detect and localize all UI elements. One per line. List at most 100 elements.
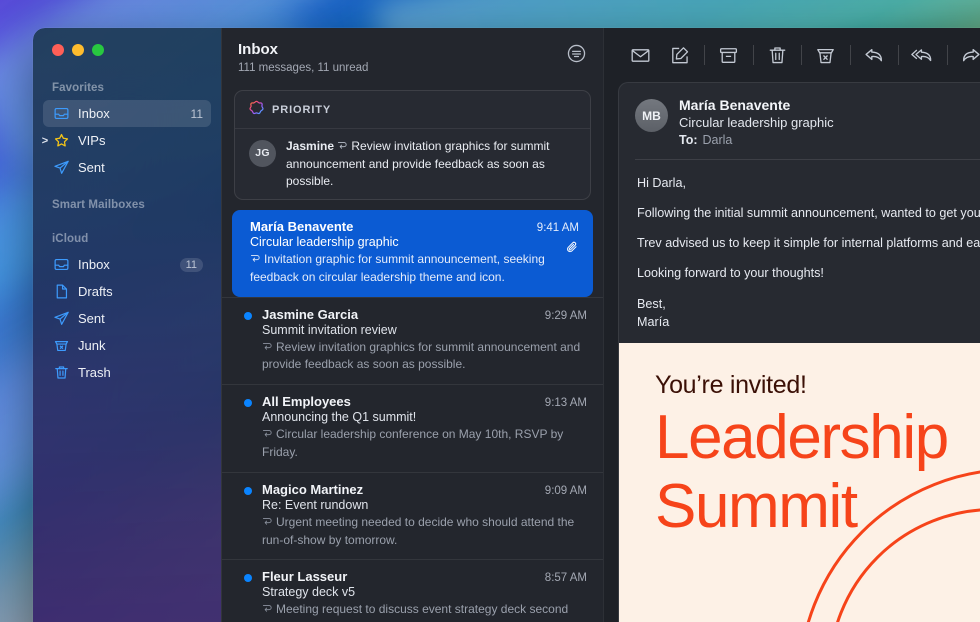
unread-indicator	[244, 487, 252, 495]
sent-icon	[52, 310, 70, 328]
message-list-item[interactable]: All Employees 9:13 AM Announcing the Q1 …	[222, 384, 603, 472]
inbox-icon	[52, 105, 70, 123]
message-preview-text: Invitation graphic for summit announceme…	[250, 252, 545, 284]
sidebar-item-label: Sent	[78, 311, 203, 326]
message-subject: Strategy deck v5	[262, 585, 587, 599]
star-icon	[52, 132, 70, 150]
priority-header: PRIORITY	[235, 91, 590, 128]
toolbar-divider	[947, 45, 948, 65]
body-paragraph: Trev advised us to keep it simple for in…	[637, 234, 980, 252]
sidebar-item-vips[interactable]: > VIPs	[43, 127, 211, 154]
priority-card: PRIORITY JG Jasmine Review invitation gr…	[234, 90, 591, 200]
filter-icon[interactable]	[566, 43, 587, 69]
attachment-icon	[565, 240, 579, 259]
minimize-button[interactable]	[72, 44, 84, 56]
sidebar-item-count: 11	[191, 107, 203, 121]
message-subject: Announcing the Q1 summit!	[262, 410, 587, 424]
delete-button[interactable]	[757, 38, 797, 72]
sidebar-item-drafts[interactable]: Drafts	[43, 278, 211, 305]
message-time: 9:41 AM	[537, 222, 579, 234]
message-count: 111 messages, 11 unread	[238, 62, 368, 74]
sidebar-item-count: 11	[180, 258, 203, 272]
to-value[interactable]: Darla	[703, 133, 733, 147]
priority-item[interactable]: JG Jasmine Review invitation graphics fo…	[235, 128, 590, 200]
desktop-background: Favorites Inbox 11 >	[0, 0, 980, 622]
message-recipients: To: Darla	[679, 133, 834, 147]
sidebar-group-icloud: iCloud Inbox 11	[43, 233, 211, 386]
inbox-icon	[52, 256, 70, 274]
junk-button[interactable]	[806, 38, 846, 72]
toolbar	[604, 28, 980, 82]
invitation-headline-line1: Leadership	[655, 408, 980, 469]
sidebar-item-trash[interactable]: Trash	[43, 359, 211, 386]
toolbar-divider	[850, 45, 851, 65]
sidebar-item-label: VIPs	[78, 133, 203, 148]
message-detail-pane: MB María Benavente Circular leadership g…	[603, 28, 980, 622]
summary-icon	[250, 252, 261, 269]
sidebar-item-sent-icloud[interactable]: Sent	[43, 305, 211, 332]
archive-button[interactable]	[709, 38, 749, 72]
message-sender: Fleur Lasseur	[262, 569, 545, 584]
sidebar: Favorites Inbox 11 >	[33, 28, 221, 622]
sidebar-group-title: iCloud	[43, 233, 211, 251]
sidebar-item-label: Inbox	[78, 106, 183, 121]
message-sender: All Employees	[262, 394, 545, 409]
sidebar-item-label: Sent	[78, 160, 203, 175]
chevron-right-icon[interactable]: >	[39, 135, 51, 147]
reply-all-button[interactable]	[903, 38, 943, 72]
message-subject: Circular leadership graphic	[679, 115, 834, 130]
summary-icon	[337, 139, 348, 156]
toolbar-divider	[704, 45, 705, 65]
summary-icon	[262, 340, 273, 357]
mark-unread-button[interactable]	[620, 38, 660, 72]
message-time: 9:13 AM	[545, 397, 587, 409]
sidebar-item-label: Inbox	[78, 257, 172, 272]
message-list-item-selected[interactable]: María Benavente 9:41 AM Circular leaders…	[232, 210, 593, 297]
priority-label: PRIORITY	[272, 104, 331, 116]
unread-indicator	[244, 312, 252, 320]
message-preview: Invitation graphic for summit announceme…	[250, 251, 579, 286]
attachment-preview-invitation[interactable]: You’re invited! Leadership Summit	[619, 343, 980, 622]
message-subject: Re: Event rundown	[262, 498, 587, 512]
compose-button[interactable]	[660, 38, 700, 72]
message-preview: Review invitation graphics for summit an…	[262, 339, 587, 374]
message-subject: Circular leadership graphic	[250, 235, 579, 249]
message-preview: Urgent meeting needed to decide who shou…	[262, 514, 587, 549]
message-list-item[interactable]: Magico Martinez 9:09 AM Re: Event rundow…	[222, 472, 603, 560]
sidebar-group-title: Favorites	[43, 82, 211, 100]
toolbar-divider	[898, 45, 899, 65]
sent-icon	[52, 159, 70, 177]
message-time: 9:29 AM	[545, 310, 587, 322]
avatar: MB	[635, 99, 668, 132]
reply-button[interactable]	[854, 38, 894, 72]
message-list: Inbox 111 messages, 11 unread	[221, 28, 603, 622]
message-preview-text: Circular leadership conference on May 10…	[262, 427, 563, 459]
message-list-item[interactable]: Jasmine Garcia 9:29 AM Summit invitation…	[222, 297, 603, 385]
apple-intelligence-icon	[249, 100, 264, 120]
message-list-item[interactable]: Fleur Lasseur 8:57 AM Strategy deck v5 M…	[222, 559, 603, 622]
sidebar-item-label: Trash	[78, 365, 203, 380]
summary-icon	[262, 515, 273, 532]
body-paragraph: Looking forward to your thoughts!	[637, 264, 980, 282]
message-preview: Meeting request to discuss event strateg…	[262, 601, 587, 622]
to-label: To:	[679, 133, 698, 147]
sidebar-item-inbox-favorite[interactable]: Inbox 11	[43, 100, 211, 127]
sidebar-item-inbox-icloud[interactable]: Inbox 11	[43, 251, 211, 278]
zoom-button[interactable]	[92, 44, 104, 56]
window-controls	[43, 28, 211, 56]
sidebar-group-smart-mailboxes: Smart Mailboxes	[43, 199, 211, 217]
sidebar-group-favorites: Favorites Inbox 11 >	[43, 82, 211, 181]
forward-button[interactable]	[951, 38, 980, 72]
priority-item-text: Jasmine Review invitation graphics for s…	[286, 138, 577, 190]
sidebar-item-junk[interactable]: Junk	[43, 332, 211, 359]
sidebar-group-title: Smart Mailboxes	[43, 199, 211, 217]
trash-icon	[52, 364, 70, 382]
drafts-icon	[52, 283, 70, 301]
page-title: Inbox	[238, 41, 368, 60]
junk-icon	[52, 337, 70, 355]
summary-icon	[262, 602, 273, 619]
mail-window: Favorites Inbox 11 >	[33, 28, 980, 622]
sidebar-item-sent-favorite[interactable]: Sent	[43, 154, 211, 181]
close-button[interactable]	[52, 44, 64, 56]
message-time: 9:09 AM	[545, 485, 587, 497]
